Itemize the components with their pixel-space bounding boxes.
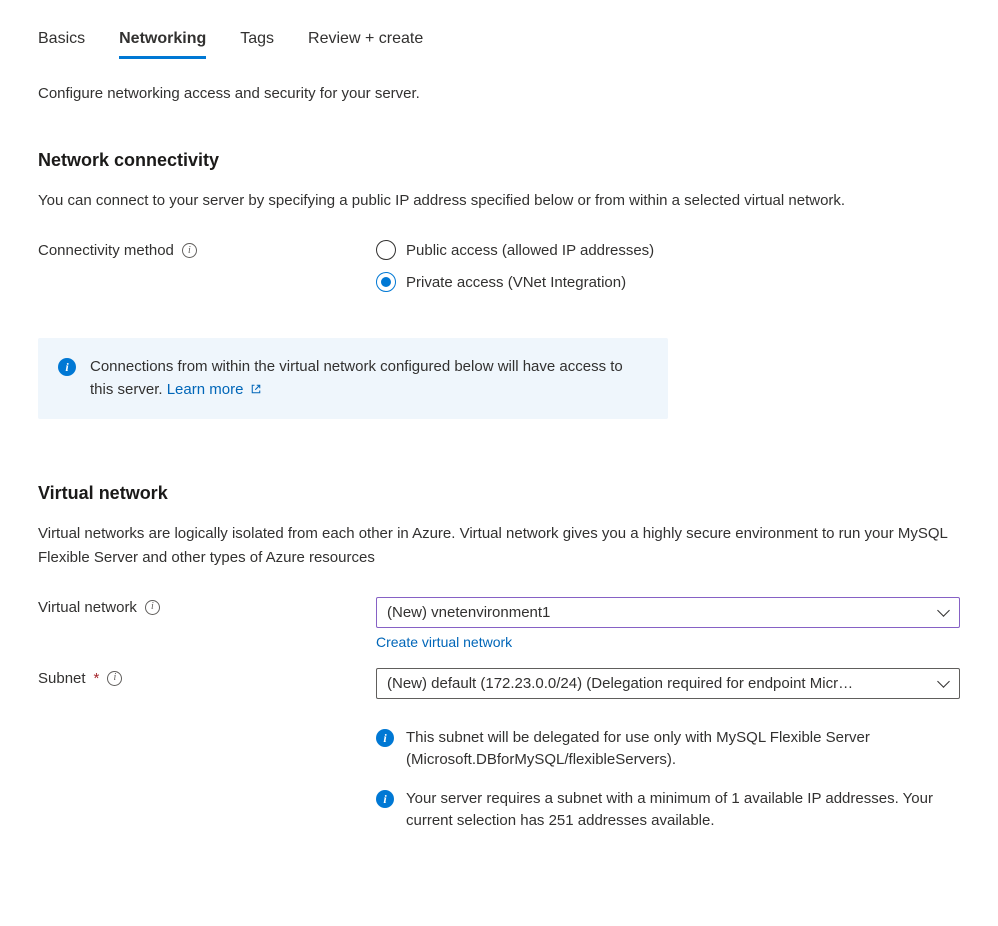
- row-connectivity-method: Connectivity method i Public access (all…: [38, 240, 960, 292]
- info-banner-vnet: i Connections from within the virtual ne…: [38, 338, 668, 419]
- tabs: Basics Networking Tags Review + create: [38, 30, 960, 59]
- row-virtual-network: Virtual network i (New) vnetenvironment1…: [38, 597, 960, 650]
- info-solid-icon: i: [58, 358, 76, 376]
- learn-more-link[interactable]: Learn more: [167, 381, 262, 398]
- select-subnet[interactable]: (New) default (172.23.0.0/24) (Delegatio…: [376, 668, 960, 699]
- select-virtual-network[interactable]: (New) vnetenvironment1: [376, 597, 960, 628]
- chevron-down-icon: [937, 677, 949, 689]
- required-indicator: *: [94, 670, 100, 687]
- heading-network-connectivity: Network connectivity: [38, 150, 960, 171]
- label-connectivity-method: Connectivity method: [38, 242, 174, 259]
- tab-networking[interactable]: Networking: [119, 30, 206, 59]
- info-subnet-ip: Your server requires a subnet with a min…: [406, 788, 960, 833]
- info-icon[interactable]: i: [107, 671, 122, 686]
- label-virtual-network: Virtual network: [38, 599, 137, 616]
- heading-virtual-network: Virtual network: [38, 483, 960, 504]
- radio-private-access[interactable]: Private access (VNet Integration): [376, 272, 960, 292]
- label-subnet: Subnet: [38, 670, 86, 687]
- link-create-virtual-network[interactable]: Create virtual network: [376, 634, 512, 650]
- tab-review-create[interactable]: Review + create: [308, 30, 423, 59]
- info-solid-icon: i: [376, 729, 394, 747]
- info-icon[interactable]: i: [182, 243, 197, 258]
- desc-virtual-network: Virtual networks are logically isolated …: [38, 522, 960, 569]
- row-subnet: Subnet * i (New) default (172.23.0.0/24)…: [38, 668, 960, 833]
- tab-tags[interactable]: Tags: [240, 30, 274, 59]
- select-subnet-value: (New) default (172.23.0.0/24) (Delegatio…: [387, 675, 853, 692]
- info-subnet-delegate: This subnet will be delegated for use on…: [406, 727, 960, 772]
- radio-public-label: Public access (allowed IP addresses): [406, 242, 654, 259]
- radio-private-label: Private access (VNet Integration): [406, 274, 626, 291]
- desc-network-connectivity: You can connect to your server by specif…: [38, 189, 960, 212]
- radio-group-connectivity: Public access (allowed IP addresses) Pri…: [376, 240, 960, 292]
- page-description: Configure networking access and security…: [38, 85, 960, 102]
- radio-public-access[interactable]: Public access (allowed IP addresses): [376, 240, 960, 260]
- select-virtual-network-value: (New) vnetenvironment1: [387, 604, 550, 621]
- tab-basics[interactable]: Basics: [38, 30, 85, 59]
- info-solid-icon: i: [376, 790, 394, 808]
- external-link-icon: [250, 383, 262, 395]
- info-icon[interactable]: i: [145, 600, 160, 615]
- chevron-down-icon: [937, 606, 949, 618]
